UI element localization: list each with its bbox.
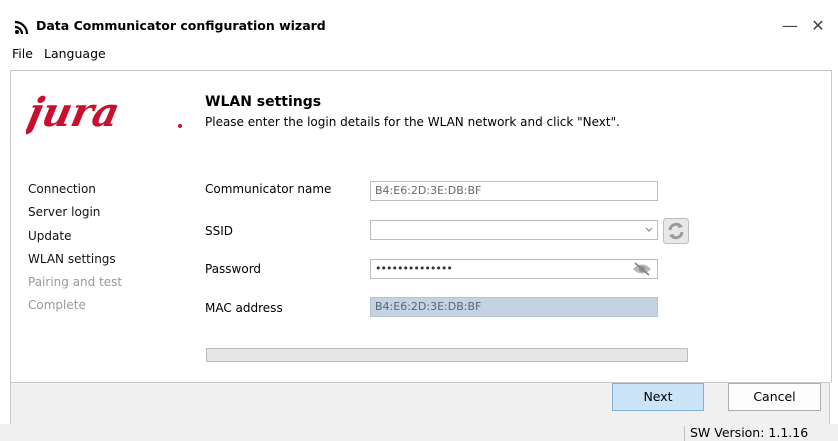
password-field[interactable]: •••••••••••••• [370,259,658,279]
progress-bar [206,348,688,362]
step-wlan-settings: WLAN settings [28,252,116,266]
jura-logo: jura [26,88,182,136]
step-server-login: Server login [28,205,101,219]
step-update: Update [28,229,72,243]
ssid-label: SSID [205,224,234,238]
mac-address-field: B4:E6:2D:3E:DB:BF [370,297,658,317]
step-connection: Connection [28,182,96,196]
step-pairing-and-test: Pairing and test [28,275,123,289]
page-title: WLAN settings [205,94,322,110]
sw-version: SW Version: 1.1.16 [690,425,809,440]
ssid-dropdown[interactable] [370,220,658,240]
password-label: Password [205,262,262,276]
menu-language[interactable]: Language [44,46,106,61]
menu-file[interactable]: File [12,46,33,61]
close-button[interactable]: ✕ [806,14,830,38]
show-password-icon[interactable] [632,262,652,276]
next-button[interactable]: Next [612,383,704,411]
menu-bar [0,42,838,68]
mac-address-label: MAC address [205,301,283,315]
cancel-button[interactable]: Cancel [728,383,821,411]
button-bar [10,382,830,430]
chevron-down-icon[interactable] [644,226,654,234]
communicator-name-label: Communicator name [205,182,332,196]
communicator-name-field: B4:E6:2D:3E:DB:BF [370,181,658,201]
minimize-button[interactable]: — [778,14,802,38]
step-complete: Complete [28,298,86,312]
wifi-icon [14,20,29,35]
window-title: Data Communicator configuration wizard [36,18,326,33]
page-subtitle: Please enter the login details for the W… [205,115,620,129]
refresh-icon[interactable] [663,218,689,244]
status-separator [684,426,685,441]
svg-text:jura: jura [26,88,124,135]
